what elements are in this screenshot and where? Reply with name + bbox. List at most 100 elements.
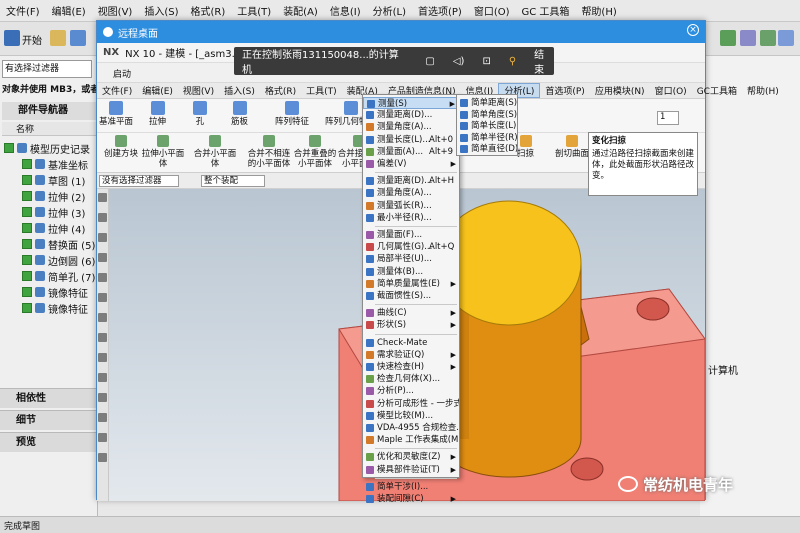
menu-item[interactable]: 分析(P)... — [363, 385, 459, 397]
save-icon[interactable] — [70, 30, 86, 46]
ribbon-button[interactable]: 合并不相连的小平面体 — [247, 135, 291, 169]
menu-item[interactable]: Maple 工作表集成(M)... — [363, 434, 459, 446]
outer-menu-item[interactable]: 工具(T) — [231, 3, 277, 18]
nx-menu-item[interactable]: GC工具箱 — [692, 84, 742, 97]
menu-item[interactable]: 测量长度(L)... Alt+0 — [363, 134, 459, 146]
checkbox[interactable] — [22, 207, 32, 217]
menu-item[interactable]: 测量距离(D)... — [363, 109, 459, 121]
outer-menu-item[interactable]: 分析(L) — [367, 3, 412, 18]
resource-icon[interactable] — [98, 193, 107, 202]
open-folder-icon[interactable] — [50, 30, 66, 46]
nx-menu-item[interactable]: 工具(T) — [301, 84, 342, 97]
outer-menu-item[interactable]: 信息(I) — [324, 3, 367, 18]
ribbon-button[interactable]: 创建方块 — [99, 135, 143, 159]
tree-node[interactable]: 拉伸 (2) — [22, 188, 85, 204]
ribbon-button[interactable]: 合并重叠的小平面体 — [293, 135, 337, 169]
ribbon-button[interactable]: 基准平面 — [99, 101, 133, 127]
scope-select[interactable]: 整个装配 — [201, 175, 265, 187]
tree-node[interactable]: 镜像特征 — [22, 284, 88, 300]
tree-node[interactable]: 模型历史记录 — [4, 140, 90, 156]
close-icon[interactable]: × — [687, 24, 699, 36]
menu-item[interactable]: 检查几何体(X)... — [363, 373, 459, 385]
checkbox[interactable] — [22, 287, 32, 297]
resource-icon[interactable] — [98, 293, 107, 302]
window-icon[interactable]: ⊡ — [482, 56, 490, 67]
nx-menu-item[interactable]: 格式(R) — [260, 84, 301, 97]
menu-item[interactable]: Check-Mate — [363, 337, 459, 349]
menu-item[interactable]: 模型比较(M)... — [363, 410, 459, 422]
nx-menu-item[interactable]: 帮助(H) — [742, 84, 784, 97]
menu-item[interactable]: 测量角度(A)... — [363, 187, 459, 199]
finish-sketch-label[interactable]: 完成草图 — [4, 519, 40, 532]
ribbon-button[interactable]: 剖切曲面 — [555, 135, 589, 159]
column-name-header[interactable]: 名称 — [2, 122, 96, 136]
menu-item[interactable]: 需求验证(Q) ▶ — [363, 349, 459, 361]
tool-icon[interactable] — [778, 30, 794, 46]
ribbon-button[interactable]: 阵列特征 — [275, 101, 309, 127]
ribbon-button[interactable]: 扫掠 — [517, 135, 534, 159]
menu-item[interactable]: 最小半径(R)... — [363, 212, 459, 224]
resource-icon[interactable] — [98, 273, 107, 282]
tree-node[interactable]: 拉伸 (3) — [22, 204, 85, 220]
outer-menu-item[interactable]: 装配(A) — [277, 3, 324, 18]
submenu-item[interactable]: 简单角度(S)... — [457, 109, 517, 121]
tree-node[interactable]: 镜像特征 — [22, 300, 88, 316]
tool-icon[interactable] — [720, 30, 736, 46]
menu-item[interactable]: 测量面(A)... Alt+9 — [363, 146, 459, 158]
tree-node[interactable]: 拉伸 (4) — [22, 220, 85, 236]
menu-item[interactable]: 模具部件验证(T) ▶ — [363, 464, 459, 476]
resource-icon[interactable] — [98, 353, 107, 362]
tree-node[interactable]: 替换面 (5) — [22, 236, 95, 252]
tree-node[interactable]: 边倒圆 (6) — [22, 252, 95, 268]
tree-node[interactable]: 简单孔 (7) — [22, 268, 95, 284]
resource-icon[interactable] — [98, 233, 107, 242]
checkbox[interactable] — [22, 223, 32, 233]
resource-icon[interactable] — [98, 313, 107, 322]
resource-icon[interactable] — [98, 393, 107, 402]
ribbon-button[interactable]: 拉伸 — [149, 101, 166, 127]
spin-input[interactable]: 1 — [657, 111, 679, 125]
type-filter-select[interactable]: 没有选择过滤器 — [99, 175, 179, 187]
tree-node[interactable]: 草图 (1) — [22, 172, 85, 188]
menu-item[interactable]: 分析可成形性 - 一步式(Z)... — [363, 398, 459, 410]
menu-item[interactable]: 简单干涉(I)... — [363, 481, 459, 493]
section-header[interactable]: 相依性 — [0, 388, 98, 408]
resource-icon[interactable] — [98, 333, 107, 342]
outer-menu-item[interactable]: 窗口(O) — [468, 3, 516, 18]
submenu-item[interactable]: 简单长度(L)... — [457, 120, 517, 132]
ribbon-button[interactable]: 拉伸小平面体 — [141, 135, 185, 169]
submenu-item[interactable]: 简单半径(R)... — [457, 132, 517, 144]
nx-menu-item[interactable]: 编辑(E) — [137, 84, 178, 97]
outer-menu-item[interactable]: 文件(F) — [0, 3, 46, 18]
outer-menu-item[interactable]: 视图(V) — [92, 3, 139, 18]
nx-menu-item[interactable]: 视图(V) — [178, 84, 219, 97]
checkbox[interactable] — [22, 255, 32, 265]
nx-menu-item[interactable]: 首选项(P) — [540, 84, 589, 97]
nx-menu-item[interactable]: 应用模块(N) — [590, 84, 650, 97]
resource-icon[interactable] — [98, 453, 107, 462]
volume-icon[interactable]: ◁) — [453, 56, 465, 67]
resource-icon[interactable] — [98, 433, 107, 442]
menu-item[interactable]: 测量面(F)... — [363, 229, 459, 241]
nx-menu-item[interactable]: 文件(F) — [97, 84, 137, 97]
pin-icon[interactable]: ⚲ — [509, 56, 516, 67]
ribbon-button[interactable]: 筋板 — [231, 101, 248, 127]
submenu-item[interactable]: 简单距离(S)... — [457, 97, 517, 109]
resource-icon[interactable] — [98, 413, 107, 422]
outer-menu-item[interactable]: GC 工具箱 — [516, 3, 576, 18]
checkbox[interactable] — [22, 175, 32, 185]
menu-item[interactable]: 快速检查(H) ▶ — [363, 361, 459, 373]
outer-menu-item[interactable]: 帮助(H) — [575, 3, 622, 18]
end-button[interactable]: 结束 — [534, 46, 554, 76]
resource-icon[interactable] — [98, 213, 107, 222]
menu-item[interactable]: 截面惯性(S)... — [363, 290, 459, 302]
submenu-item[interactable]: 简单直径(D)... — [457, 143, 517, 155]
outer-menu-item[interactable]: 编辑(E) — [46, 3, 92, 18]
resource-icon[interactable] — [98, 253, 107, 262]
checkbox[interactable] — [4, 143, 14, 153]
outer-menu-item[interactable]: 首选项(P) — [412, 3, 468, 18]
menu-item[interactable]: 偏差(V) ▶ — [363, 158, 459, 170]
resource-icon[interactable] — [98, 373, 107, 382]
nx-menu-item[interactable]: 窗口(O) — [650, 84, 692, 97]
menu-item[interactable]: 曲线(C) ▶ — [363, 307, 459, 319]
